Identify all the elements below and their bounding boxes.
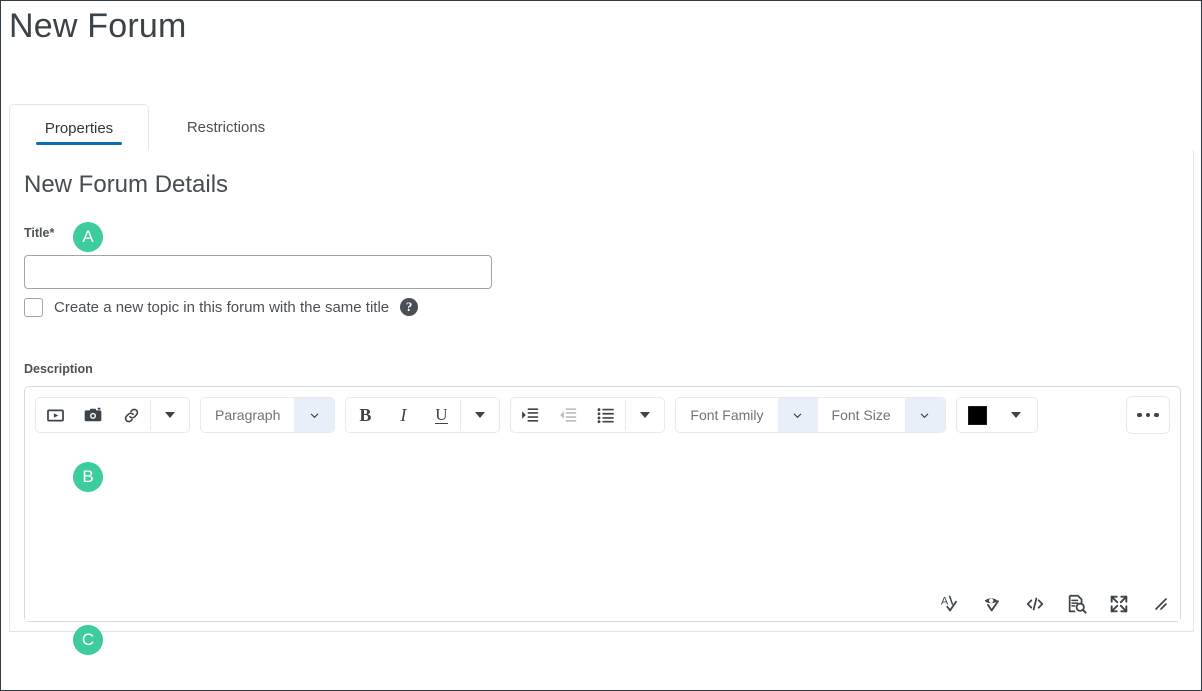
- create-topic-checkbox-label[interactable]: Create a new topic in this forum with th…: [54, 299, 389, 316]
- description-label: Description: [24, 362, 93, 376]
- insert-group-caret-icon[interactable]: [151, 398, 189, 432]
- paragraph-style-value: Paragraph: [215, 407, 281, 423]
- preview-icon[interactable]: [1064, 591, 1090, 617]
- help-question-icon[interactable]: ?: [400, 298, 419, 316]
- more-options-icon[interactable]: [1126, 396, 1170, 434]
- font-family-size-group: Font Family Font Size: [675, 397, 946, 433]
- tab-properties[interactable]: Properties: [9, 104, 149, 151]
- insert-image-icon[interactable]: [74, 398, 112, 432]
- editor-footer-toolbar: A: [938, 591, 1174, 617]
- tab-bar: Properties Restrictions: [9, 104, 1193, 151]
- format-group: B I U: [345, 397, 501, 433]
- title-field-label: Title*: [24, 226, 54, 240]
- required-asterisk: *: [49, 226, 55, 240]
- font-size-value[interactable]: Font Size: [818, 398, 905, 432]
- underline-icon[interactable]: U: [422, 398, 460, 432]
- accessibility-check-icon[interactable]: [980, 591, 1006, 617]
- text-color-group: [955, 397, 1038, 433]
- font-family-value[interactable]: Font Family: [676, 398, 777, 432]
- insert-group: [35, 397, 190, 433]
- editor-toolbar: Paragraph B I U Font Family Font Size: [25, 387, 1180, 443]
- bold-icon[interactable]: B: [346, 398, 384, 432]
- svg-text:A: A: [941, 595, 949, 607]
- tab-restrictions-label: Restrictions: [186, 119, 266, 136]
- indent-increase-icon[interactable]: [511, 398, 549, 432]
- format-group-caret-icon[interactable]: [461, 398, 499, 432]
- font-family-chevron-down-icon[interactable]: [777, 398, 818, 432]
- fullscreen-icon[interactable]: [1106, 591, 1132, 617]
- insert-video-icon[interactable]: [36, 398, 74, 432]
- description-editor: Paragraph B I U Font Family Font Size A: [24, 386, 1181, 622]
- tab-properties-label: Properties: [44, 119, 114, 137]
- tab-active-underline: [36, 142, 122, 145]
- title-input[interactable]: [24, 255, 492, 289]
- list-group: [510, 397, 666, 433]
- insert-link-icon[interactable]: [112, 398, 150, 432]
- panel-heading: New Forum Details: [24, 171, 229, 198]
- chevron-down-icon[interactable]: [294, 398, 335, 432]
- list-group-caret-icon[interactable]: [626, 398, 664, 432]
- spell-check-icon[interactable]: A: [938, 591, 964, 617]
- tab-restrictions[interactable]: Restrictions: [153, 104, 299, 151]
- paragraph-style-select[interactable]: Paragraph: [200, 397, 336, 433]
- create-topic-checkbox-row: Create a new topic in this forum with th…: [24, 295, 419, 319]
- bulleted-list-icon[interactable]: [587, 398, 625, 432]
- indent-decrease-icon[interactable]: [549, 398, 587, 432]
- italic-icon[interactable]: I: [384, 398, 422, 432]
- create-topic-checkbox[interactable]: [24, 297, 43, 317]
- text-color-caret-icon[interactable]: [997, 398, 1035, 432]
- text-color-swatch[interactable]: [959, 398, 997, 432]
- title-label-text: Title: [24, 226, 50, 240]
- resize-handle-icon[interactable]: [1148, 591, 1174, 617]
- new-forum-screen: New Forum Properties Restrictions New Fo…: [0, 0, 1202, 691]
- html-source-icon[interactable]: [1022, 591, 1048, 617]
- font-size-chevron-down-icon[interactable]: [904, 398, 945, 432]
- page-title: New Forum: [9, 7, 187, 45]
- properties-panel: New Forum Details Title* Create a new to…: [9, 150, 1194, 632]
